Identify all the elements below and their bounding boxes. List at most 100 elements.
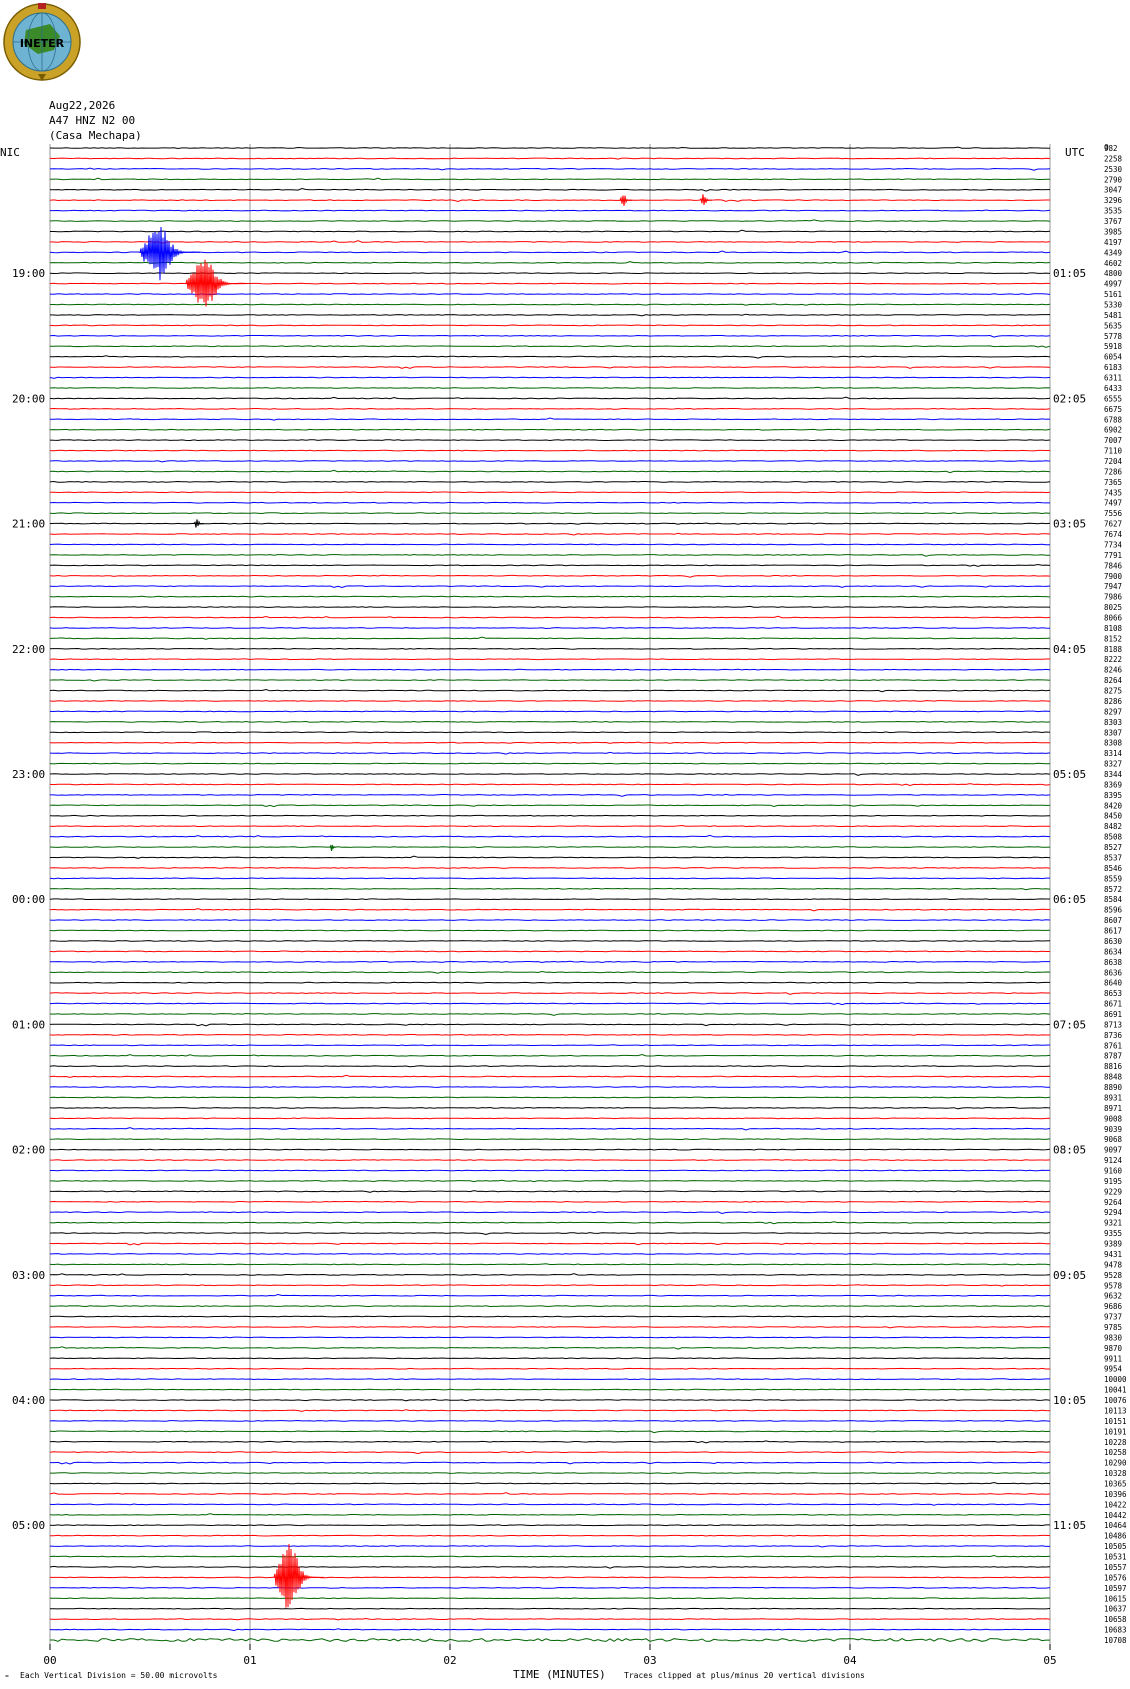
right-value: 10228 [1104,1438,1127,1447]
right-value: 6433 [1104,384,1122,393]
left-time-label: 02:00 [12,1144,45,1157]
x-axis-ticks: 00 01 02 03 04 05 [43,1644,1057,1667]
trace-line [49,469,1051,474]
trace-line [49,1074,1051,1078]
trace-line [49,940,1051,942]
right-value: 8971 [1104,1104,1122,1113]
right-value: 3535 [1104,207,1122,216]
right-value: 7791 [1104,551,1122,560]
right-value: 9528 [1104,1271,1123,1280]
right-value: 9578 [1104,1281,1123,1290]
trace-line [49,710,1051,713]
right-value-column: 9822258253027903047329635353767398541974… [1104,144,1127,1645]
right-value: 7674 [1104,530,1123,539]
trace-line [49,783,1051,787]
right-value: 6788 [1104,415,1123,424]
trace-line [49,929,1051,932]
right-value: 10113 [1104,1406,1127,1415]
trace-line [49,1293,1051,1297]
right-value: 9229 [1104,1187,1122,1196]
trace-line [49,1305,1051,1308]
right-value: 8420 [1104,801,1123,810]
trace-line [49,804,1050,808]
trace-line [49,272,1051,275]
right-value: 3296 [1104,196,1123,205]
trace-line [49,846,1051,849]
right-value: 9039 [1104,1125,1122,1134]
right-value: 10000 [1104,1375,1127,1384]
trace-line [49,407,1051,410]
trace-line [49,574,1051,578]
left-time-label: 23:00 [12,768,45,781]
trace-line [49,688,1051,693]
trace-line [49,981,1050,984]
trace-line [49,1200,1051,1203]
right-value: 9160 [1104,1166,1123,1175]
right-value: 10576 [1104,1573,1127,1582]
left-time-label: 22:00 [12,643,45,656]
right-value: 8314 [1104,749,1123,758]
right-value: 4197 [1104,238,1122,247]
right-value: 10328 [1104,1469,1127,1478]
right-value: 9008 [1104,1114,1123,1123]
right-value: 8636 [1104,968,1123,977]
trace-line [49,187,1050,192]
trace-line [49,1315,1051,1318]
right-value: 9785 [1104,1323,1122,1332]
right-value: 10505 [1104,1542,1127,1551]
trace-line [50,793,1051,797]
right-timezone-label: UTC [1065,146,1085,159]
right-value: 8297 [1104,707,1122,716]
right-value: 9478 [1104,1260,1123,1269]
right-value: 9911 [1104,1354,1122,1363]
trace-line [49,1242,1051,1246]
right-time-label: 09:05 [1053,1269,1086,1282]
right-value: 3985 [1104,227,1122,236]
trace-line [49,449,1050,452]
right-value: 8638 [1104,958,1123,967]
trace-line [49,1065,1051,1068]
right-value: 8286 [1104,697,1123,706]
right-value: 8108 [1104,624,1123,633]
right-time-label: 05:05 [1053,768,1086,781]
trace-line [49,1211,1051,1215]
left-time-label: 04:00 [12,1394,45,1407]
right-value: 8246 [1104,666,1123,675]
right-value: 10615 [1104,1594,1127,1603]
left-time-label: 01:00 [12,1018,45,1031]
right-value: 4602 [1104,259,1122,268]
trace-line [49,950,1050,953]
right-value: 10597 [1104,1584,1127,1593]
right-value: 8327 [1104,760,1122,769]
right-value: 7986 [1104,593,1123,602]
trace-line [49,219,1051,222]
x-tick-label: 04 [843,1654,857,1667]
right-value: 5481 [1104,311,1122,320]
trace-line [49,627,1051,630]
left-time-labels: 19:00 20:00 21:00 22:00 23:00 00:00 01:00 02:00… [12,267,45,1532]
trace-line [49,563,1051,567]
right-value: 9830 [1104,1333,1123,1342]
right-time-label: 11:05 [1053,1519,1086,1532]
trace-line [49,1096,1051,1099]
trace-line [49,668,1051,671]
trace-line [49,324,1051,327]
left-time-label: 20:00 [12,392,45,405]
trace-line [49,1263,1051,1266]
trace-line [50,209,1051,212]
trace-line [49,1451,1051,1455]
trace-line [49,992,1050,995]
right-value: 5778 [1104,332,1123,341]
trace-line [49,1628,1051,1632]
trace-line [49,512,1051,515]
x-tick-label: 01 [243,1654,256,1667]
right-value: 3047 [1104,186,1122,195]
trace-line [50,229,1051,233]
trace-line [49,167,1051,171]
trace-line [49,970,1051,974]
right-value: 9389 [1104,1240,1122,1249]
right-value: 6183 [1104,363,1122,372]
trace-line [49,261,1051,264]
right-value: 7497 [1104,499,1122,508]
trace-line [49,366,1051,369]
